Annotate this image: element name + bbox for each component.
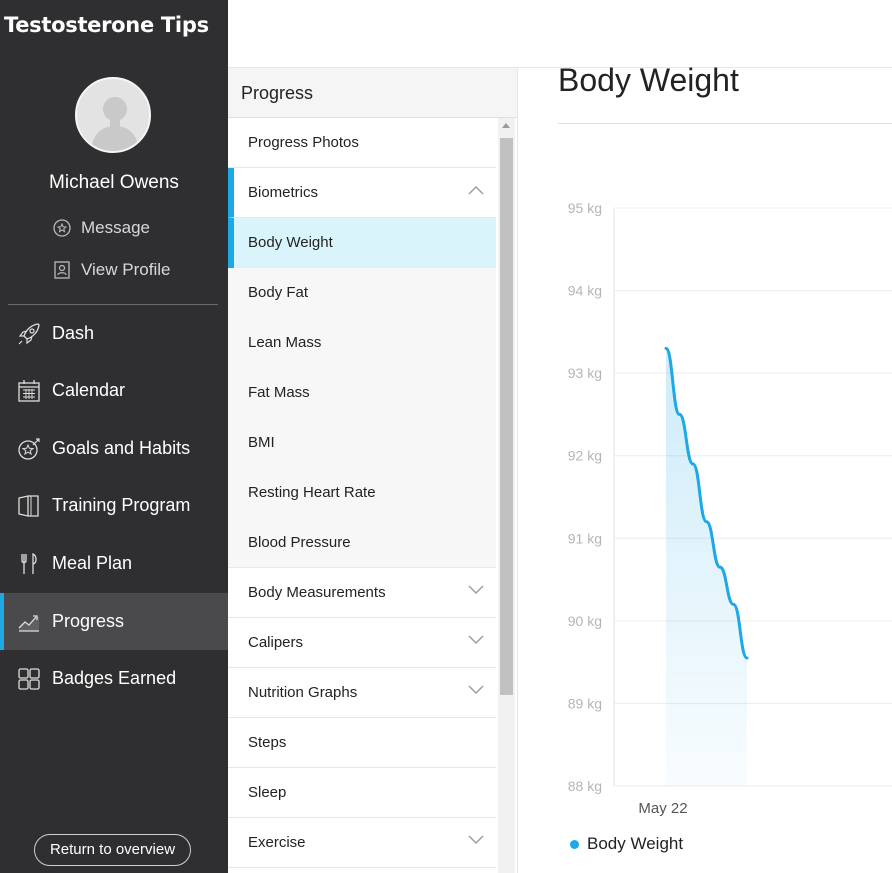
x-tick-label: May 22 [638, 800, 687, 817]
top-bar [228, 0, 892, 68]
chevron-down-icon [468, 685, 484, 694]
submenu-item-lean-mass[interactable]: Lean Mass [228, 318, 496, 368]
page-title: Body Weight [558, 62, 739, 98]
y-tick-label: 89 kg [568, 695, 602, 711]
nav-item-calendar[interactable]: Calendar [0, 362, 228, 419]
y-tick-label: 91 kg [568, 530, 602, 546]
message-label: Message [81, 218, 150, 237]
y-tick-label: 88 kg [568, 778, 602, 794]
view-profile-link[interactable]: View Profile [52, 258, 170, 282]
submenu-item-nutrition-graphs[interactable]: Nutrition Graphs [228, 668, 496, 718]
submenu-item-blood-pressure[interactable]: Blood Pressure [228, 518, 496, 568]
nav-item-training[interactable]: Training Program [0, 477, 228, 534]
y-tick-label: 92 kg [568, 448, 602, 464]
nav-item-progress[interactable]: Progress [0, 593, 228, 650]
goals-target-icon [18, 437, 40, 460]
nav-label: Progress [52, 611, 125, 631]
view-profile-label: View Profile [81, 260, 171, 279]
submenu-item-steps[interactable]: Steps [228, 718, 496, 768]
submenu-item-calipers[interactable]: Calipers [228, 618, 496, 668]
y-tick-label: 93 kg [568, 365, 602, 381]
nav-item-badges[interactable]: Badges Earned [0, 650, 228, 707]
submenu-item-sleep[interactable]: Sleep [228, 768, 496, 818]
submenu-item-progress-photos[interactable]: Progress Photos [228, 118, 496, 168]
fork-knife-icon [21, 552, 37, 574]
nav-label: Training Program [52, 495, 191, 515]
y-tick-label: 94 kg [568, 283, 602, 299]
chevron-down-icon [468, 585, 484, 594]
user-silhouette-icon [91, 97, 139, 151]
scroll-up-arrow-icon[interactable] [502, 123, 510, 128]
message-icon [53, 219, 71, 237]
return-to-overview-button[interactable]: Return to overview [34, 834, 191, 866]
legend-dot-icon [570, 839, 579, 849]
submenu-label: Body Measurements [248, 584, 386, 601]
submenu-item-biometrics[interactable]: Biometrics [228, 168, 496, 218]
chart-legend[interactable]: Body Weight [570, 834, 683, 854]
title-divider [558, 123, 892, 124]
nav-label: Calendar [52, 380, 126, 400]
y-tick-label: 95 kg [568, 200, 602, 216]
profile-card-icon [54, 261, 70, 279]
avatar[interactable] [75, 77, 151, 153]
brand-title: Testosterone Tips [4, 13, 209, 37]
submenu-item-body-fat[interactable]: Body Fat [228, 268, 496, 318]
nav-item-dash[interactable]: Dash [0, 305, 228, 362]
user-name: Michael Owens [49, 172, 179, 193]
chevron-down-icon [468, 835, 484, 844]
chevron-up-icon [468, 186, 484, 195]
submenu-label: Nutrition Graphs [248, 684, 358, 701]
submenu-item-resting-heart-rate[interactable]: Resting Heart Rate [228, 468, 496, 518]
nav-label: Badges Earned [52, 668, 177, 688]
message-link[interactable]: Message [52, 216, 150, 240]
badges-grid-icon [18, 667, 40, 690]
y-tick-label: 90 kg [568, 613, 602, 629]
submenu-item-fat-mass[interactable]: Fat Mass [228, 368, 496, 418]
legend-label: Body Weight [587, 834, 684, 853]
submenu-item-exercise[interactable]: Exercise [228, 818, 496, 868]
nav-label: Meal Plan [52, 553, 133, 573]
calendar-icon [18, 379, 40, 402]
submenu-item-bmi[interactable]: BMI [228, 418, 496, 468]
nav-item-meal-plan[interactable]: Meal Plan [0, 535, 228, 592]
nav-item-goals[interactable]: Goals and Habits [0, 420, 228, 477]
nav-label: Dash [52, 323, 95, 343]
submenu-title: Progress [228, 68, 517, 118]
progress-chart-icon [18, 614, 39, 632]
chevron-down-icon [468, 635, 484, 644]
sidebar: Testosterone Tips Michael Owens Message … [0, 0, 228, 873]
scrollbar-thumb[interactable] [500, 138, 513, 695]
submenu-item-body-weight[interactable]: Body Weight [228, 218, 496, 268]
submenu-scrollbar[interactable] [498, 118, 515, 873]
submenu-label: Exercise [248, 834, 306, 851]
progress-submenu: Progress Progress Photos Biometrics Body… [228, 68, 518, 873]
nav-label: Goals and Habits [52, 438, 191, 458]
submenu-label: Biometrics [248, 184, 319, 201]
body-weight-chart: 95 kg 94 kg 93 kg 92 kg 91 kg 90 kg 89 kg 88 kg… [568, 200, 892, 817]
rocket-icon [18, 322, 40, 344]
submenu-label: Calipers [248, 634, 304, 651]
book-icon [18, 494, 39, 517]
submenu-item-body-measurements[interactable]: Body Measurements [228, 568, 496, 618]
